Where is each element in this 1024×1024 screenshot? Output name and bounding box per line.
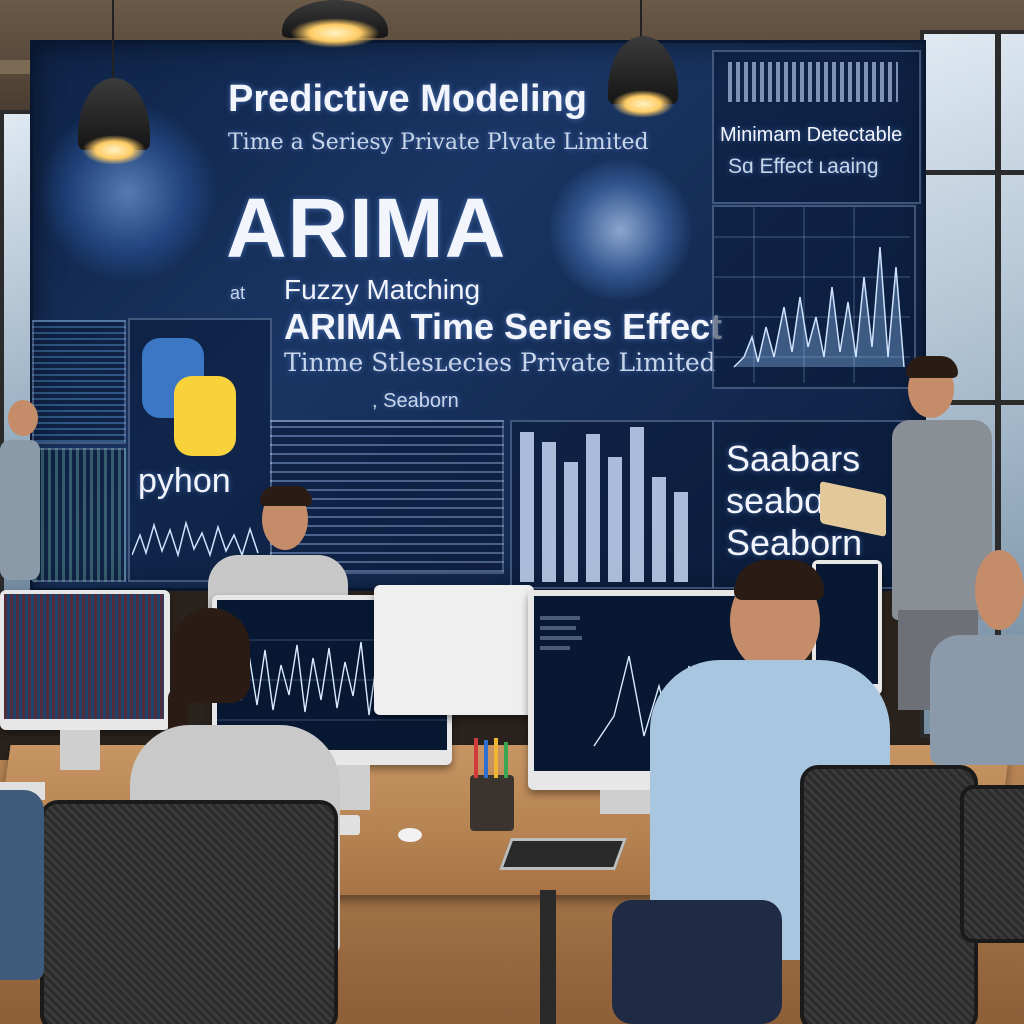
arima-time-series-line: ARIMA Time Series Effect bbox=[284, 306, 723, 347]
seaborn-word-3: Seaborn bbox=[726, 522, 863, 563]
lamp-glow-2 bbox=[290, 18, 380, 48]
blue-shirt-man-jeans bbox=[612, 900, 782, 1024]
mde-line-2: Sɑ Effect ʟaaing bbox=[728, 155, 879, 178]
python-logo-yellow bbox=[174, 376, 236, 456]
pencil-red bbox=[474, 738, 478, 778]
heatmap-panel-left bbox=[32, 448, 126, 582]
presenter-hair bbox=[906, 356, 958, 378]
bar-chart-panel bbox=[510, 420, 714, 589]
monitor-left bbox=[0, 590, 170, 730]
window-transom bbox=[920, 170, 1024, 175]
monitor-right-stand bbox=[600, 790, 650, 814]
arima-heading: ARIMA bbox=[226, 181, 507, 275]
desk-leg bbox=[540, 890, 556, 1024]
chair-blue-shirt-man bbox=[800, 765, 978, 1024]
python-panel: pyhon bbox=[128, 318, 272, 582]
python-label: pyhon bbox=[138, 462, 231, 500]
mde-line-1: Minimam Detectable bbox=[720, 124, 903, 146]
pencil-blue bbox=[484, 740, 488, 778]
chair-right bbox=[960, 785, 1024, 943]
woman-head-hair bbox=[172, 608, 250, 703]
time-series-private-line: Tinme Stlesʟecies Private Limited bbox=[284, 348, 716, 377]
lamp-glow-3 bbox=[612, 90, 674, 118]
monitor-left-screen bbox=[4, 594, 164, 719]
data-sphere-center bbox=[548, 160, 693, 300]
seaborn-word-1: Saabars bbox=[726, 438, 861, 479]
lamp-glow-1 bbox=[82, 135, 146, 165]
bar-chart-graphic bbox=[520, 427, 688, 582]
board-title: Predictive Modeling bbox=[228, 78, 587, 120]
spike-chart-panel bbox=[712, 205, 916, 389]
back-man-hair bbox=[260, 486, 312, 506]
monitor-back-white bbox=[374, 585, 534, 715]
left-edge-person bbox=[0, 790, 44, 980]
at-label: at bbox=[230, 283, 246, 303]
pencil-yellow bbox=[494, 738, 498, 778]
chair-woman bbox=[40, 800, 338, 1024]
tablet-on-desk bbox=[499, 838, 627, 870]
monitor-left-stand bbox=[60, 730, 100, 770]
fuzzy-matching-line: Fuzzy Matching bbox=[284, 274, 481, 305]
pencil-green bbox=[504, 742, 508, 778]
blue-shirt-man-hair bbox=[734, 560, 824, 600]
mde-panel: Minimam Detectable Sɑ Effect ʟaaing bbox=[712, 50, 921, 204]
woman-left-head bbox=[8, 400, 38, 436]
seaborn-small-label: , Seaborn bbox=[372, 390, 459, 412]
lamp-cord-1 bbox=[112, 0, 114, 80]
office-scene: Predictive Modeling Time a Seriesy Priva… bbox=[0, 0, 1024, 1024]
right-man-head bbox=[975, 550, 1024, 630]
right-man-shirt bbox=[930, 635, 1024, 765]
spike-chart bbox=[714, 207, 910, 383]
lamp-cord-3 bbox=[640, 0, 642, 40]
mde-header-noise bbox=[728, 62, 898, 102]
pencil-cup bbox=[470, 775, 514, 831]
code-panel-left bbox=[32, 320, 126, 444]
woman-left-body bbox=[0, 440, 40, 580]
board-subtitle: Time a Seriesy Private Plvate Limited bbox=[228, 130, 649, 155]
mouse-center bbox=[398, 828, 422, 842]
